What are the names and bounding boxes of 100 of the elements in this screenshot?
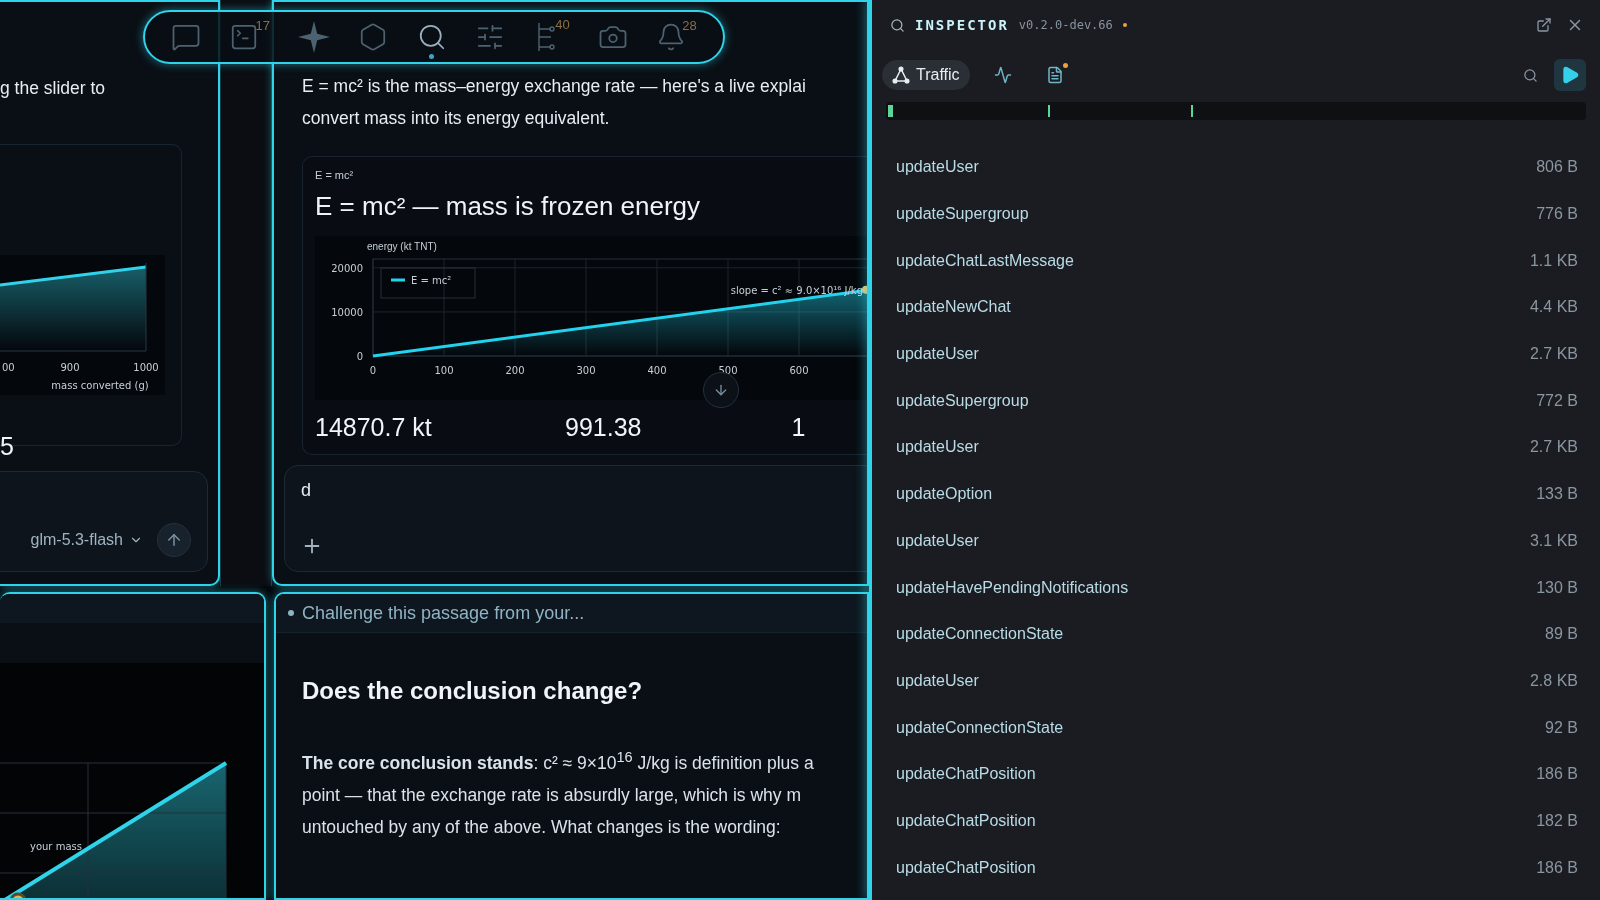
axis-tick-label: 600 <box>789 365 809 376</box>
list-row[interactable]: updateOption 133 B <box>872 470 1600 518</box>
row-name: updateHavePendingNotifications <box>896 578 1129 597</box>
axis-tick-label: 1000 <box>133 362 159 373</box>
arrow-down-icon <box>713 382 729 398</box>
axis-tick-label: 20000 <box>331 262 363 274</box>
axis-tick-label: 200 <box>505 365 525 376</box>
slope-annotation: slope = c² ≈ 9.0×10¹⁶ J/kg <box>730 285 863 296</box>
count-label: 40 <box>555 16 570 32</box>
row-name: updateConnectionState <box>896 718 1064 737</box>
pulse-icon <box>993 66 1012 84</box>
row-name: updateUser <box>896 531 979 550</box>
popout-button[interactable] <box>1534 15 1554 35</box>
popout-icon <box>1536 17 1552 33</box>
axis-tick-label: 400 <box>647 365 667 376</box>
row-name: updateConnectionState <box>896 625 1064 644</box>
list-row[interactable]: updateConnectionState 89 B <box>872 610 1600 658</box>
tab[interactable]: Traffic <box>882 60 970 90</box>
network-icon <box>892 66 910 84</box>
row-size: 776 B <box>1536 205 1578 224</box>
paragraph-text: The core conclusion stands: c² ≈ 9×10$^{16}$ J/kg is definition plus a point — that the exchange rate is absurdly large, which is why m untouched by any of the above. What changes is the wording: <box>302 748 814 839</box>
row-size: 4.4 KB <box>1529 298 1578 317</box>
axis-label: energy (kt TNT) <box>367 241 437 252</box>
row-size: 182 B <box>1536 811 1578 830</box>
row-size: 89 B <box>1545 625 1578 644</box>
point-label: your mass <box>30 841 82 852</box>
card-title: E = mc² — mass is frozen energy <box>315 191 702 222</box>
panel-title: INSPECTOR <box>915 17 1009 33</box>
count-label: 28 <box>682 17 697 33</box>
list-row[interactable]: updateChatPosition 186 B <box>872 844 1600 891</box>
list-row[interactable]: updateUser 3.1 KB <box>872 517 1600 565</box>
header-text: Challenge this passage from your... <box>302 602 585 624</box>
row-size: 2.7 KB <box>1529 345 1578 364</box>
list-row[interactable]: updateChatPosition 186 B <box>872 750 1600 798</box>
axis-tick-label: 0 <box>369 365 377 376</box>
row-size: 186 B <box>1536 765 1578 784</box>
section-heading: Does the conclusion change? <box>302 677 644 705</box>
toolbar-button[interactable]: 28 <box>654 15 699 59</box>
axis-tick-label: 300 <box>576 365 596 376</box>
play-icon <box>1560 65 1580 85</box>
list-row[interactable]: updateUser 2.8 KB <box>872 657 1600 705</box>
status-dot <box>1122 23 1127 27</box>
row-name: updateUser <box>896 671 979 690</box>
status-dot <box>288 610 294 616</box>
axis-tick-label: 10000 <box>331 306 363 318</box>
toolbar-button[interactable]: 17 <box>227 15 272 59</box>
scroll-down-button[interactable] <box>703 372 739 408</box>
list-row[interactable]: updateHavePendingNotifications 130 B <box>872 564 1600 611</box>
end-point <box>862 285 867 294</box>
row-size: 1.1 KB <box>1529 251 1578 270</box>
axis-label: mass converted (g) <box>51 380 149 391</box>
row-name: updateChatPosition <box>896 811 1036 830</box>
version-label: v0.2.0-dev.66 <box>1018 18 1113 32</box>
paragraph-text: E = mc² is the mass–energy exchange rate — here's a live explai convert mass into its energy equivalent. <box>302 75 807 130</box>
axis-tick-label: 100 <box>434 365 454 376</box>
list-row[interactable]: updateUser 806 B <box>872 144 1600 191</box>
toolbar-button[interactable]: 40 <box>531 14 572 60</box>
count-label: 17 <box>255 17 270 33</box>
list-row[interactable]: updateSupergroup 776 B <box>872 190 1600 238</box>
row-name: updateUser <box>896 345 979 364</box>
message-input[interactable]: d <box>301 480 501 501</box>
axis-tick-label: 900 <box>60 362 80 373</box>
row-size: 772 B <box>1536 391 1578 410</box>
list-row[interactable]: updateChatPosition 182 B <box>872 797 1600 845</box>
list-row[interactable]: updateConnectionState 92 B <box>872 704 1600 751</box>
row-size: 92 B <box>1545 718 1578 737</box>
row-size: 3.1 KB <box>1529 531 1578 550</box>
list-row[interactable]: updateUser 2.7 KB <box>872 330 1600 378</box>
model-dropdown[interactable]: glm-5.3-flash <box>30 531 143 549</box>
play-button[interactable] <box>1554 59 1586 91</box>
stat-value: 5 <box>0 432 15 461</box>
stat-value: 14870.7 kt <box>315 412 433 442</box>
row-name: updateUser <box>896 158 979 177</box>
row-name: updateSupergroup <box>896 205 1029 224</box>
row-size: 2.8 KB <box>1529 671 1578 690</box>
list-row[interactable]: updateUser 2.7 KB <box>872 424 1600 471</box>
axis-tick-label: 0 <box>356 351 363 362</box>
legend-label: E = mc² <box>411 275 452 286</box>
row-size: 133 B <box>1536 485 1578 504</box>
row-size: 2.7 KB <box>1529 438 1578 457</box>
search-icon <box>890 17 905 33</box>
list-row[interactable]: updateNewChat 4.4 KB <box>872 284 1600 331</box>
row-size: 806 B <box>1536 158 1578 177</box>
list-row[interactable]: updateSupergroup 772 B <box>872 377 1600 425</box>
row-name: updateChatPosition <box>896 765 1036 784</box>
card-label: E = mc² <box>315 169 355 181</box>
row-name: updateNewChat <box>896 298 1011 317</box>
row-name: updateChatPosition <box>896 858 1036 877</box>
stat-value: 1 <box>791 412 807 442</box>
row-name: updateOption <box>896 485 993 504</box>
stat-value: 991.38 <box>565 412 643 442</box>
document-icon <box>1045 66 1064 84</box>
search-icon <box>1523 67 1538 83</box>
row-name: updateChatLastMessage <box>896 251 1074 270</box>
row-name: updateSupergroup <box>896 391 1029 410</box>
list-row[interactable]: updateChatLastMessage 1.1 KB <box>872 237 1600 285</box>
axis-tick-label: 00 <box>2 362 15 373</box>
send-button[interactable] <box>157 523 191 557</box>
paragraph-text: g the slider to <box>0 77 107 100</box>
row-size: 186 B <box>1536 858 1578 877</box>
